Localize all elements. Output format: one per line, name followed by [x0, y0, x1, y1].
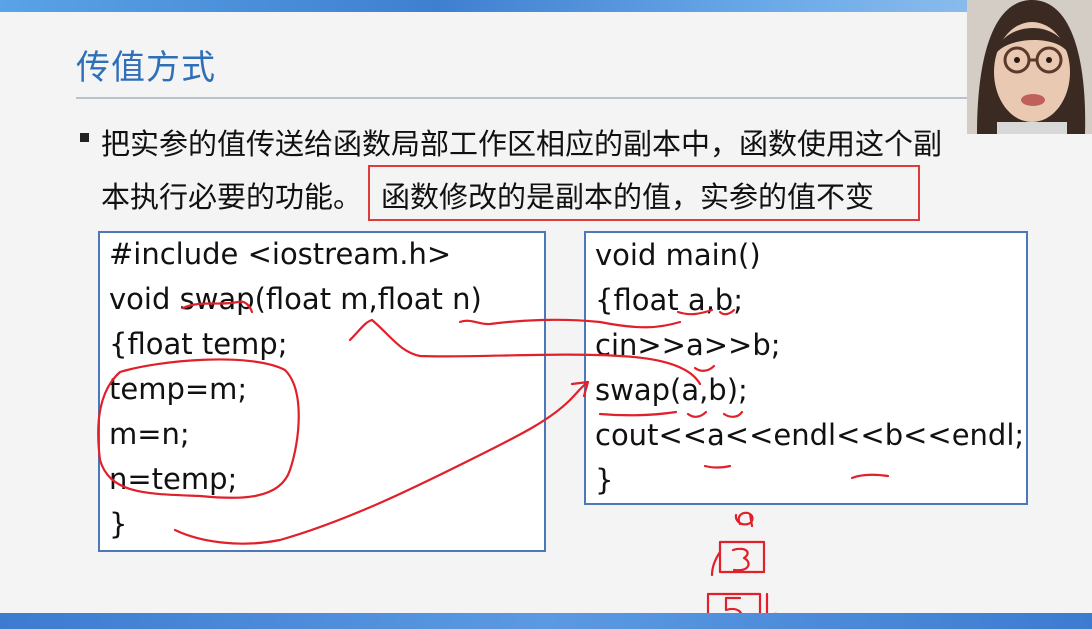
- slide-title: 传值方式: [76, 48, 216, 88]
- code-line: cout<<a<<endl<<b<<endl;: [595, 418, 1025, 452]
- ink-digit-3: [731, 547, 750, 572]
- code-line: {float a,b;: [595, 283, 743, 317]
- code-line: }: [109, 507, 128, 541]
- bullet-text-line2: 本执行必要的功能。: [101, 180, 363, 214]
- bottom-accent-bar: [0, 613, 1092, 629]
- code-line: #include <iostream.h>: [109, 237, 452, 271]
- code-line: void swap(float m,float n): [109, 282, 482, 316]
- presenter-face-icon: [967, 0, 1092, 134]
- code-box-main: [584, 231, 1028, 505]
- top-accent-bar: [0, 0, 1092, 12]
- presenter-webcam: [967, 0, 1092, 134]
- code-line: temp=m;: [109, 372, 248, 406]
- highlight-text: 函数修改的是副本的值，实参的值不变: [381, 180, 875, 214]
- code-line: }: [595, 463, 614, 497]
- title-divider: [76, 97, 996, 99]
- code-line: n=temp;: [109, 462, 238, 496]
- code-line: cin>>a>>b;: [595, 328, 781, 362]
- ink-box-a: [718, 540, 766, 574]
- ink-letter-a: [734, 511, 754, 528]
- bullet-text-line1: 把实参的值传送给函数局部工作区相应的副本中，函数使用这个副: [101, 127, 943, 161]
- bullet-square-icon: [80, 133, 89, 142]
- code-line: m=n;: [109, 417, 190, 451]
- code-line: swap(a,b);: [595, 373, 748, 407]
- code-line: {float temp;: [109, 327, 288, 361]
- code-line: void main(): [595, 238, 761, 272]
